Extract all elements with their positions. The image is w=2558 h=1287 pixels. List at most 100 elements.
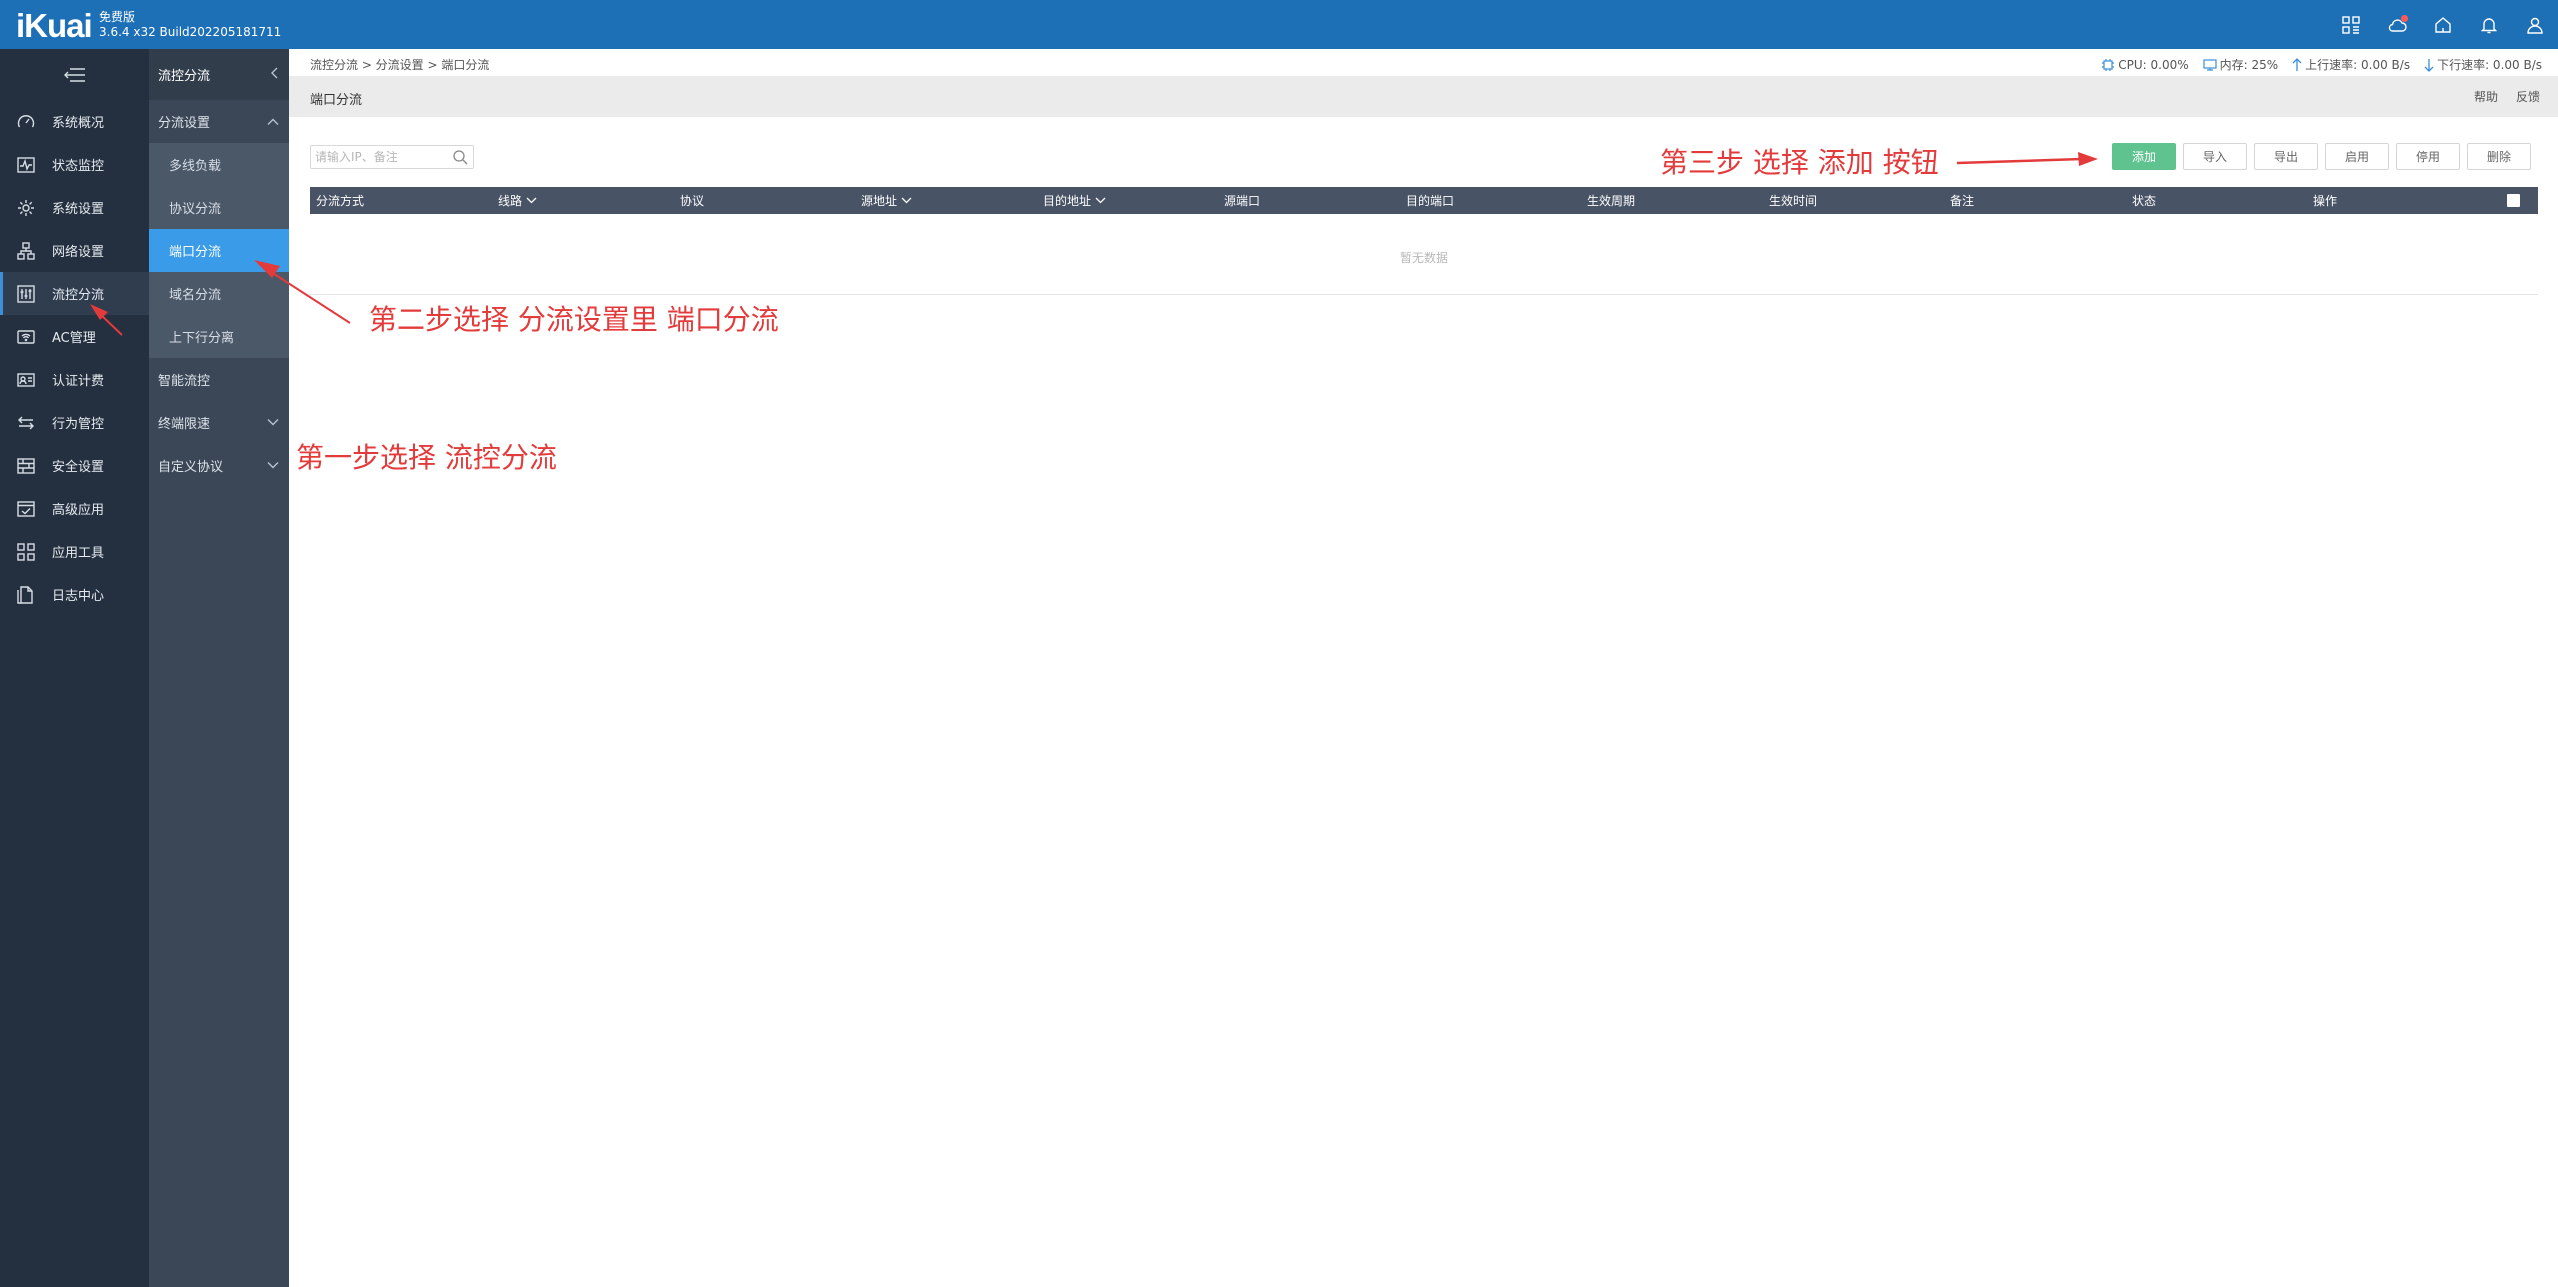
- apps-grid-icon[interactable]: [2328, 0, 2374, 49]
- sidebar-item-ac-management[interactable]: AC管理: [0, 315, 149, 358]
- chevron-down-icon: [267, 458, 279, 473]
- notification-dot: [2401, 15, 2408, 22]
- search-box: [310, 145, 474, 169]
- select-all-checkbox[interactable]: [2507, 194, 2520, 207]
- sidebar-item-log-center[interactable]: 日志中心: [0, 573, 149, 616]
- column-label: 操作: [2313, 194, 2338, 208]
- sidebar-item-app-tools[interactable]: 应用工具: [0, 530, 149, 573]
- subnav-item-domain-split[interactable]: 域名分流: [149, 272, 289, 315]
- download-value: 下行速率: 0.00 B/s: [2437, 58, 2542, 72]
- column-actions: 操作: [2313, 187, 2337, 214]
- export-button[interactable]: 导出: [2254, 143, 2318, 170]
- sort-chevron-icon: [526, 197, 537, 204]
- sidebar-item-label: 行为管控: [52, 417, 105, 432]
- top-bar: iKuai 免费版 3.6.4 x32 Build202205181711: [0, 0, 2558, 49]
- subnav-item-protocol-split[interactable]: 协议分流: [149, 186, 289, 229]
- subnav-group-smart-flow[interactable]: 智能流控: [149, 358, 289, 401]
- column-label: 协议: [680, 194, 705, 208]
- menu-toggle-icon[interactable]: [0, 49, 149, 100]
- add-button[interactable]: 添加: [2112, 143, 2176, 170]
- cloud-icon[interactable]: [2374, 0, 2420, 49]
- column-dest-address[interactable]: 目的地址: [1043, 187, 1106, 214]
- page-title: 端口分流: [310, 93, 363, 108]
- sidebar-item-system-settings[interactable]: 系统设置: [0, 186, 149, 229]
- enable-button[interactable]: 启用: [2325, 143, 2389, 170]
- column-effective-time: 生效时间: [1769, 187, 1817, 214]
- annotation-step1: 第一步选择 流控分流: [296, 441, 557, 474]
- column-label: 备注: [1950, 194, 1975, 208]
- column-label: 生效时间: [1769, 194, 1818, 208]
- subnav-group-custom-protocol[interactable]: 自定义协议: [149, 444, 289, 487]
- arrow-down-icon: [2424, 58, 2434, 72]
- breadcrumb-row: 流控分流 > 分流设置 > 端口分流 CPU: 0.00% 内存: 25% 上行…: [289, 49, 2558, 76]
- main-sidebar: 系统概况 状态监控 系统设置 网络设置 流控分流 AC管理 认证计费 行为管控 …: [0, 49, 149, 1287]
- sidebar-item-behavior-control[interactable]: 行为管控: [0, 401, 149, 444]
- chevron-up-icon: [267, 114, 279, 129]
- column-line[interactable]: 线路: [498, 187, 537, 214]
- sort-chevron-icon: [901, 197, 912, 204]
- home-icon[interactable]: [2420, 0, 2466, 49]
- sidebar-item-auth-billing[interactable]: 认证计费: [0, 358, 149, 401]
- bell-icon[interactable]: [2466, 0, 2512, 49]
- disable-button[interactable]: 停用: [2396, 143, 2460, 170]
- help-link[interactable]: 帮助: [2474, 88, 2498, 105]
- top-icon-group: [2328, 0, 2558, 49]
- collapse-left-icon[interactable]: [271, 67, 279, 83]
- cpu-icon: [2102, 58, 2115, 71]
- feedback-link[interactable]: 反馈: [2516, 88, 2540, 105]
- column-label: 线路: [498, 194, 523, 208]
- column-split-method: 分流方式: [316, 187, 364, 214]
- subnav-group-terminal-limit[interactable]: 终端限速: [149, 401, 289, 444]
- memory-icon: [2203, 58, 2217, 71]
- monitor-icon: [14, 155, 38, 175]
- download-stat: 下行速率: 0.00 B/s: [2424, 56, 2542, 73]
- subnav-item-multiline-load[interactable]: 多线负载: [149, 143, 289, 186]
- sidebar-item-label: 认证计费: [52, 374, 105, 389]
- subnav-group-split-settings[interactable]: 分流设置: [149, 100, 289, 143]
- chevron-down-icon: [267, 415, 279, 430]
- sidebar-item-label: AC管理: [52, 331, 96, 346]
- sidebar-item-label: 网络设置: [52, 245, 105, 260]
- search-input[interactable]: [315, 149, 445, 165]
- column-source-port: 源端口: [1224, 187, 1260, 214]
- build-version: 3.6.4 x32 Build202205181711: [99, 25, 282, 39]
- wifi-icon: [14, 327, 38, 347]
- edition-label: 免费版: [99, 10, 136, 24]
- search-icon[interactable]: [452, 149, 469, 166]
- table-header: 分流方式 线路 协议 源地址 目的地址 源端口 目的端口 生效周期 生效时间 备…: [310, 187, 2538, 214]
- column-source-address[interactable]: 源地址: [861, 187, 912, 214]
- id-card-icon: [14, 370, 38, 390]
- firewall-icon: [14, 456, 38, 476]
- column-remark: 备注: [1950, 187, 1974, 214]
- sort-chevron-icon: [1095, 197, 1106, 204]
- sidebar-item-status-monitor[interactable]: 状态监控: [0, 143, 149, 186]
- sidebar-item-security-settings[interactable]: 安全设置: [0, 444, 149, 487]
- sliders-icon: [14, 284, 38, 304]
- cpu-value: CPU: 0.00%: [2118, 57, 2189, 72]
- sidebar-item-system-overview[interactable]: 系统概况: [0, 100, 149, 143]
- sidebar-item-advanced-apps[interactable]: 高级应用: [0, 487, 149, 530]
- annotation-step2: 第二步选择 分流设置里 端口分流: [369, 303, 779, 336]
- annotation-arrow-step3: [1956, 152, 2098, 166]
- ikuai-logo[interactable]: iKuai: [16, 7, 93, 45]
- sidebar-item-network-settings[interactable]: 网络设置: [0, 229, 149, 272]
- subnav-item-updown-separation[interactable]: 上下行分离: [149, 315, 289, 358]
- sidebar-item-label: 状态监控: [52, 159, 105, 174]
- column-label: 目的端口: [1406, 194, 1455, 208]
- subnav-group-label: 分流设置: [158, 116, 211, 131]
- page-title-bar: 端口分流 帮助 反馈: [289, 76, 2558, 117]
- sidebar-item-label: 日志中心: [52, 589, 105, 604]
- subnav-title: 流控分流: [158, 69, 211, 84]
- user-icon[interactable]: [2512, 0, 2558, 49]
- gear-icon: [14, 198, 38, 218]
- subnav-item-port-split[interactable]: 端口分流: [149, 229, 289, 272]
- sidebar-item-flow-control[interactable]: 流控分流: [0, 272, 149, 315]
- annotation-step3: 第三步 选择 添加 按钮: [1660, 146, 1939, 179]
- column-label: 源端口: [1224, 194, 1261, 208]
- swap-icon: [14, 413, 38, 433]
- import-button[interactable]: 导入: [2183, 143, 2247, 170]
- delete-button[interactable]: 删除: [2467, 143, 2531, 170]
- upload-stat: 上行速率: 0.00 B/s: [2292, 56, 2410, 73]
- sidebar-item-label: 应用工具: [52, 546, 105, 561]
- subnav-header: 流控分流: [149, 49, 289, 100]
